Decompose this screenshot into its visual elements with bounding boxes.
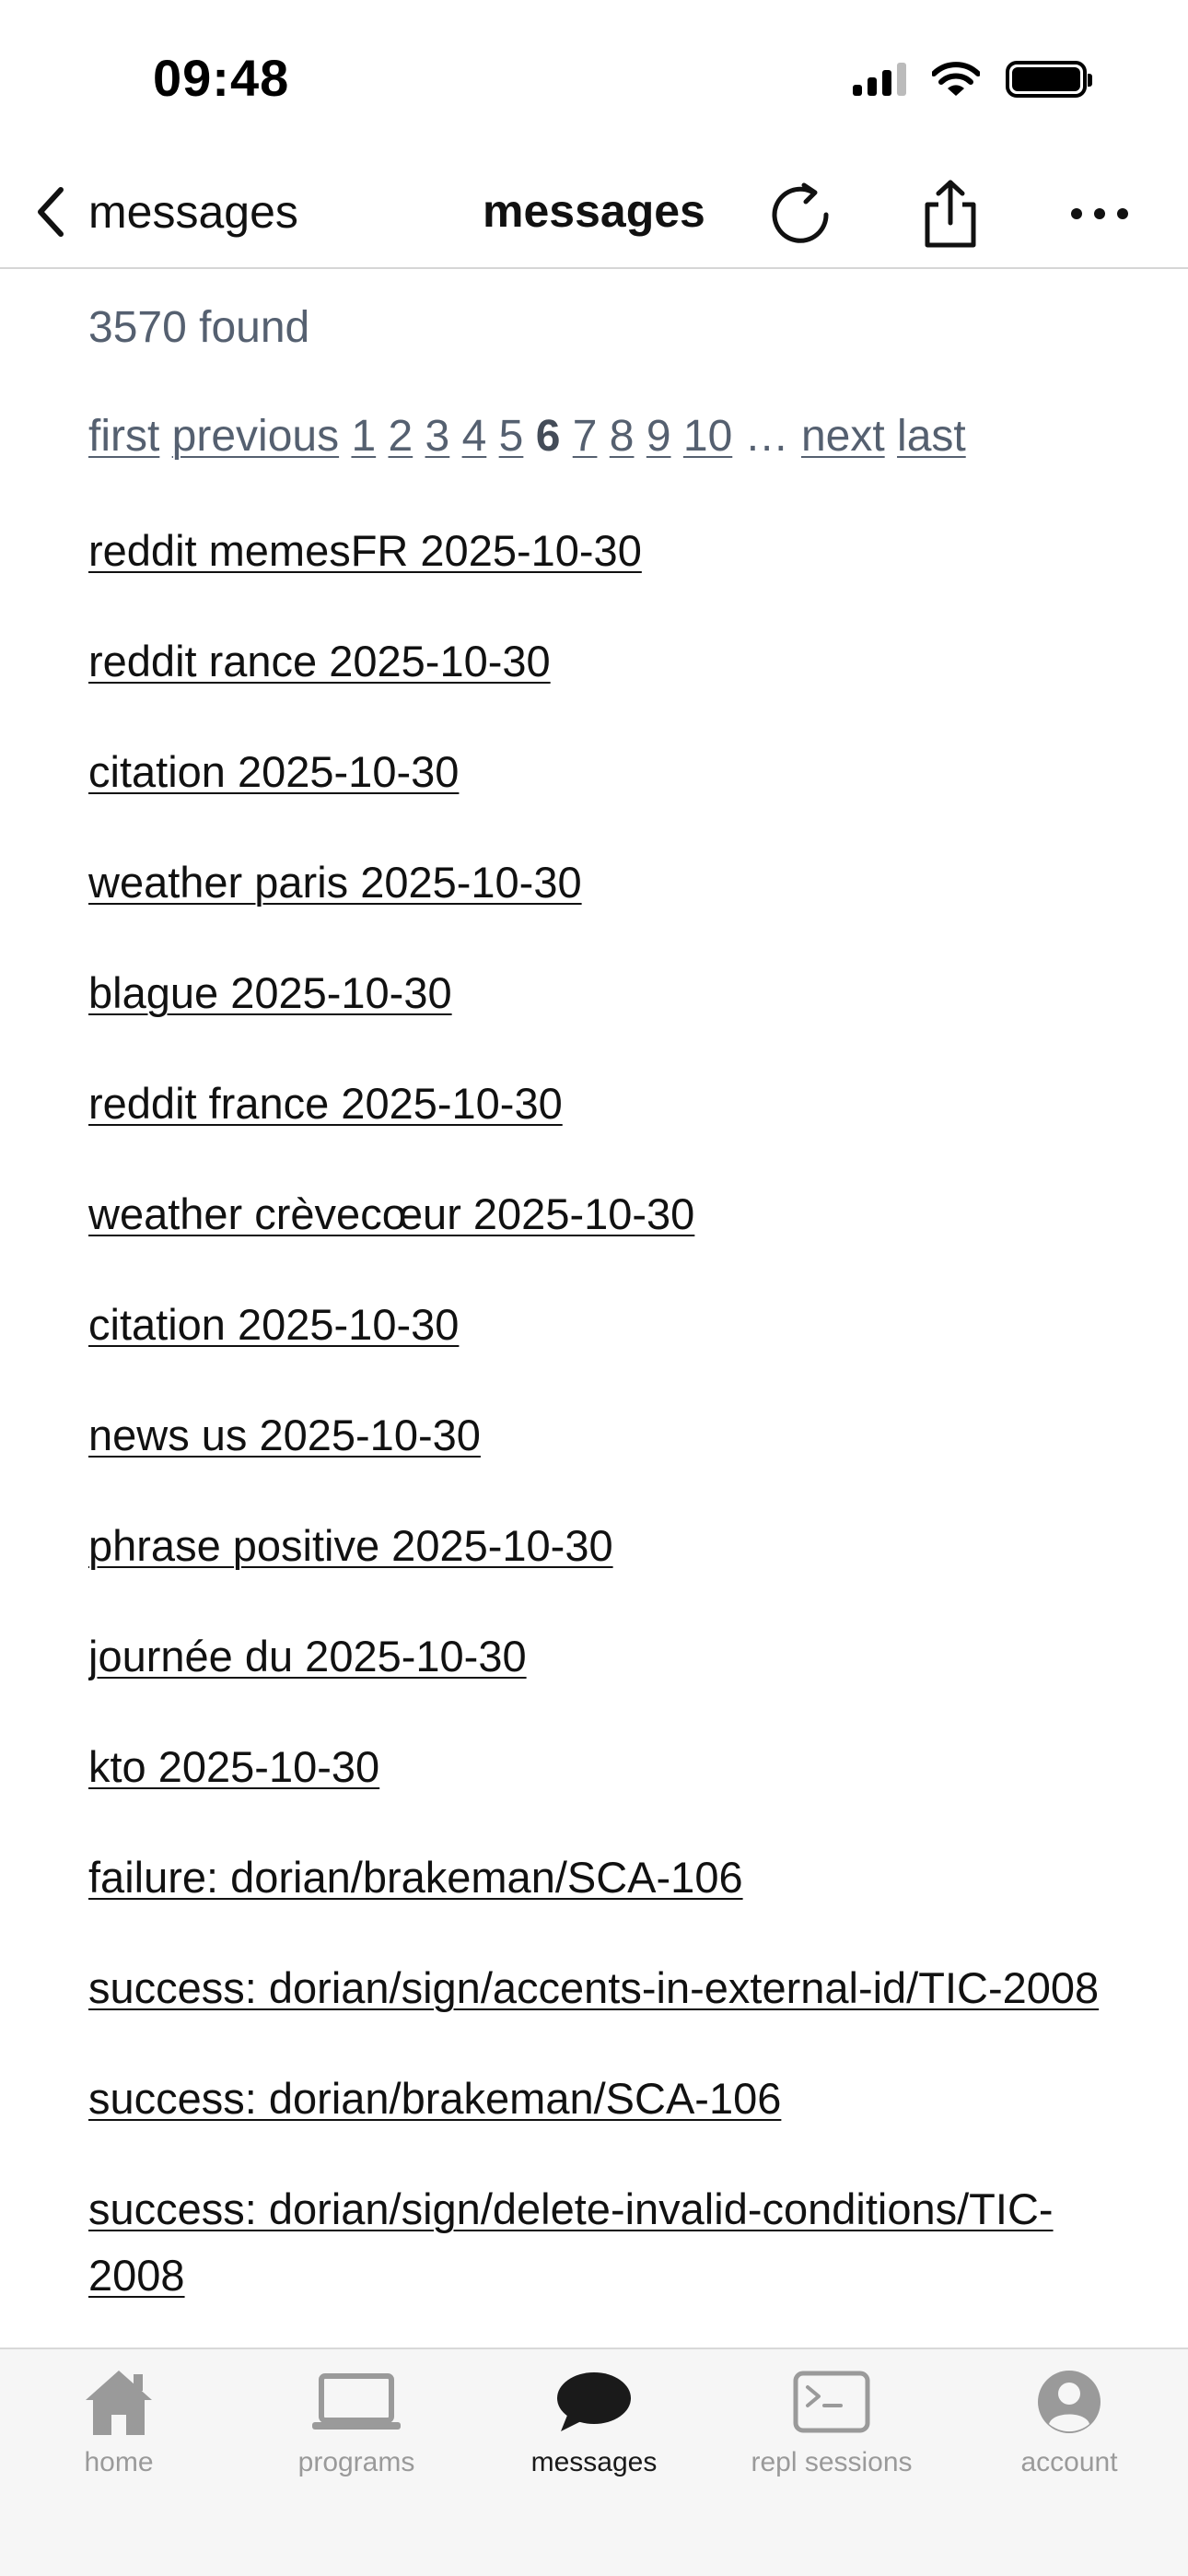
pagination-page-8[interactable]: 8 <box>610 412 635 461</box>
list-item: success: dorian/sign/delete-invalid-cond… <box>88 2176 1111 2309</box>
ellipsis-icon <box>1071 208 1128 219</box>
list-item: phrase positive 2025-10-30 <box>88 1513 1111 1579</box>
reload-button[interactable] <box>764 177 838 251</box>
tab-home[interactable]: home <box>0 2362 238 2491</box>
battery-icon <box>1006 61 1092 98</box>
speech-bubble-icon <box>557 2372 631 2431</box>
list-item: success: dorian/brakeman/SCA-106 <box>88 2066 1111 2132</box>
list-item: reddit france 2025-10-30 <box>88 1071 1111 1137</box>
message-link[interactable]: success: dorian/brakeman/SCA-106 <box>88 2074 781 2123</box>
tab-label: account <box>1020 2447 1118 2477</box>
cellular-signal-icon <box>853 63 906 96</box>
message-link[interactable]: reddit france 2025-10-30 <box>88 1079 563 1128</box>
tab-repl-sessions[interactable]: repl sessions <box>713 2362 950 2491</box>
pagination-page-1[interactable]: 1 <box>351 412 376 461</box>
reload-icon <box>772 182 829 243</box>
list-item: reddit rance 2025-10-30 <box>88 628 1111 695</box>
tab-label: programs <box>297 2447 415 2477</box>
tab-messages[interactable]: messages <box>475 2362 713 2491</box>
main-content: 3570 found first previous 1 2 3 4 5 6 7 … <box>88 269 1111 2348</box>
messages-list: reddit memesFR 2025-10-30 reddit rance 2… <box>88 518 1111 2348</box>
list-item: citation 2025-10-30 <box>88 739 1111 805</box>
share-icon <box>925 180 976 248</box>
pagination-ellipsis: … <box>744 412 789 461</box>
laptop-icon <box>312 2373 401 2430</box>
list-item: citation 2025-10-30 <box>88 1292 1111 1358</box>
page-title: messages <box>483 185 705 237</box>
message-link[interactable]: weather crèvecœur 2025-10-30 <box>88 1189 694 1238</box>
results-count: 3570 found <box>88 303 310 352</box>
list-item: journée du 2025-10-30 <box>88 1623 1111 1690</box>
message-link[interactable]: journée du 2025-10-30 <box>88 1632 527 1680</box>
list-item: weather paris 2025-10-30 <box>88 849 1111 916</box>
navigation-bar: messages messages <box>0 157 1188 269</box>
pagination-page-7[interactable]: 7 <box>573 412 598 461</box>
message-link[interactable]: kto 2025-10-30 <box>88 1742 379 1791</box>
pagination-page-9[interactable]: 9 <box>646 412 671 461</box>
pagination-page-3[interactable]: 3 <box>425 412 450 461</box>
pagination-page-5[interactable]: 5 <box>499 412 524 461</box>
list-item: kto 2025-10-30 <box>88 1734 1111 1800</box>
pagination-last[interactable]: last <box>897 412 966 461</box>
list-item: blague 2025-10-30 <box>88 960 1111 1026</box>
message-link[interactable]: reddit memesFR 2025-10-30 <box>88 526 642 575</box>
status-bar: 09:48 <box>0 0 1188 157</box>
message-link[interactable]: citation 2025-10-30 <box>88 1300 459 1349</box>
back-button[interactable]: messages <box>31 179 298 245</box>
status-time: 09:48 <box>153 49 290 107</box>
message-link[interactable]: citation 2025-10-30 <box>88 747 459 796</box>
list-item: reddit memesFR 2025-10-30 <box>88 518 1111 584</box>
message-link[interactable]: success: dorian/sign/accents-in-external… <box>88 1963 1099 2012</box>
message-link[interactable]: success: dorian/sign/delete-invalid-cond… <box>88 2184 1054 2300</box>
pagination-page-2[interactable]: 2 <box>389 412 413 461</box>
tab-label: repl sessions <box>751 2447 913 2477</box>
more-options-button[interactable] <box>1063 177 1136 251</box>
list-item: news us 2025-10-30 <box>88 1402 1111 1469</box>
wifi-icon <box>932 62 980 96</box>
house-icon <box>86 2371 152 2435</box>
chevron-left-icon <box>38 187 64 237</box>
tab-label: home <box>84 2447 154 2477</box>
message-link[interactable]: phrase positive 2025-10-30 <box>88 1521 613 1570</box>
message-link[interactable]: weather paris 2025-10-30 <box>88 858 582 907</box>
message-link[interactable]: reddit rance 2025-10-30 <box>88 637 551 685</box>
list-item: weather crèvecœur 2025-10-30 <box>88 1181 1111 1247</box>
pagination: first previous 1 2 3 4 5 6 7 8 9 10 … ne… <box>88 411 966 462</box>
pagination-previous[interactable]: previous <box>172 412 339 461</box>
tab-label: messages <box>530 2447 658 2477</box>
tab-account[interactable]: account <box>950 2362 1188 2491</box>
tab-bar: home programs messages repl sessions acc… <box>0 2348 1188 2576</box>
pagination-page-10[interactable]: 10 <box>683 412 732 461</box>
list-item: failure: dorian/brakeman/SCA-106 <box>88 1844 1111 1911</box>
person-circle-icon <box>1038 2371 1101 2433</box>
list-item: success: dorian/sign/accents-in-external… <box>88 1955 1111 2021</box>
message-link[interactable]: blague 2025-10-30 <box>88 968 452 1017</box>
pagination-page-4[interactable]: 4 <box>462 412 487 461</box>
share-button[interactable] <box>914 177 987 251</box>
pagination-current-page: 6 <box>535 412 561 461</box>
pagination-first[interactable]: first <box>88 412 159 461</box>
back-button-label: messages <box>88 186 298 238</box>
message-link[interactable]: failure: dorian/brakeman/SCA-106 <box>88 1853 743 1902</box>
tab-programs[interactable]: programs <box>238 2362 475 2491</box>
terminal-icon <box>793 2371 870 2433</box>
message-link[interactable]: news us 2025-10-30 <box>88 1411 481 1459</box>
status-icons <box>853 61 1092 98</box>
pagination-next[interactable]: next <box>801 412 885 461</box>
